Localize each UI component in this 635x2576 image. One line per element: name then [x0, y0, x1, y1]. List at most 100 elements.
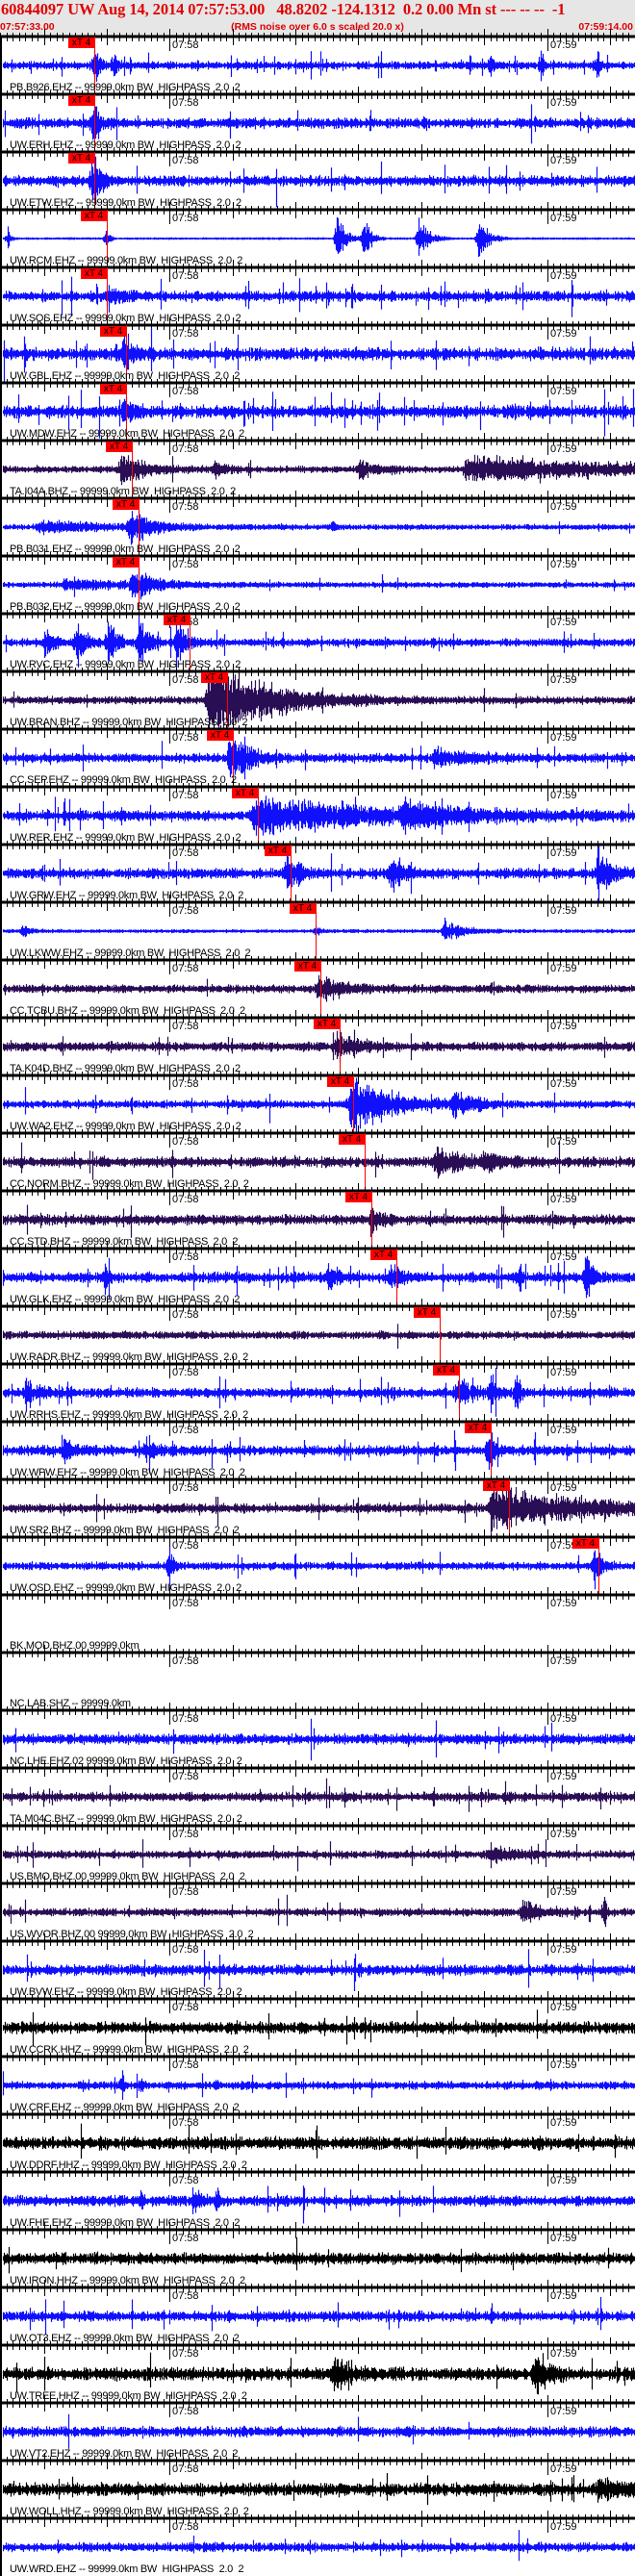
minute-label: 07:58: [172, 1482, 199, 1494]
pick-marker[interactable]: xT 4: [294, 961, 320, 972]
trace-band: 07:58 07:59 NC.LAB.SHZ -- 99999.0km: [0, 1645, 635, 1710]
pick-marker[interactable]: xT 4: [81, 211, 107, 221]
pick-marker[interactable]: xT 4: [164, 615, 190, 625]
pick-marker[interactable]: xT 4: [314, 1019, 340, 1029]
trace-band: 07:58 07:59 xT 4 UW.RRHS.EHZ -- 99999.0km B…: [0, 1356, 635, 1422]
minute-label: 07:59: [550, 2290, 577, 2302]
trace-band: 07:58 07:59 UW.BVW.EHZ -- 99999.0km BW HIG…: [0, 1933, 635, 1999]
pick-line[interactable]: [340, 1018, 341, 1075]
trace-band: 07:58 07:59 xT 4 CC.TCBU.BHZ -- 99999.0km B…: [0, 952, 635, 1018]
station-label: UW.TREE.HHZ -- 99999.0km BW HIGHPASS 2.0…: [10, 2390, 247, 2402]
waveform-trace: [2, 2352, 635, 2395]
trace-band: 07:58 07:59 xT 4 UW.MDW.EHZ -- 99999.0km BW…: [0, 375, 635, 441]
minute-label: 07:59: [550, 2175, 577, 2186]
waveform-trace: [2, 1949, 635, 1991]
minute-label: 07:59: [550, 790, 577, 801]
trace-band: 07:58 07:59 xT 4 CC.NORM.BHZ -- 99999.0km B…: [0, 1125, 635, 1191]
minute-label: 07:59: [550, 732, 577, 744]
trace-band: 07:58 07:59 UW.TREE.HHZ -- 99999.0km BW HI…: [0, 2337, 635, 2403]
minute-label: 07:59: [550, 2117, 577, 2129]
waveform-trace: [2, 2296, 635, 2335]
trace-band: 07:58 07:59 xT 4 TA.K04D.BHZ -- 99999.0km B…: [0, 1010, 635, 1075]
pick-line[interactable]: [598, 1537, 599, 1595]
waveform-trace: [2, 1778, 635, 1812]
minute-label: 07:59: [550, 1194, 577, 1205]
minute-label: 07:58: [172, 39, 199, 51]
waveform-trace: [2, 2413, 635, 2449]
pick-marker[interactable]: xT 4: [113, 557, 139, 568]
minute-label: 07:59: [550, 1251, 577, 1263]
minute-label: 07:59: [550, 39, 577, 51]
pick-marker[interactable]: xT 4: [572, 1538, 598, 1549]
pick-line[interactable]: [371, 1191, 372, 1249]
trace-band: 07:58 07:59 US.BMO.BHZ.00 99999.0km BW HIG…: [0, 1818, 635, 1883]
minute-label: 07:59: [550, 1021, 577, 1032]
pick-marker[interactable]: xT 4: [100, 326, 126, 337]
pick-marker[interactable]: xT 4: [339, 1134, 365, 1145]
pick-line[interactable]: [316, 902, 317, 960]
minute-label: 07:58: [172, 1251, 199, 1263]
trace-band: 07:58 07:59 xT 4 PB.B926.EHZ -- 99999.0km B…: [0, 29, 635, 94]
pick-marker[interactable]: xT 4: [370, 1250, 396, 1260]
waveform-trace: [2, 736, 635, 780]
pick-line[interactable]: [320, 960, 321, 1018]
minute-label: 07:58: [172, 1829, 199, 1840]
minute-label: 07:59: [550, 2406, 577, 2417]
minute-label: 07:58: [172, 905, 199, 917]
pick-marker[interactable]: xT 4: [465, 1423, 491, 1433]
pick-line[interactable]: [291, 845, 292, 902]
pick-marker[interactable]: xT 4: [68, 95, 94, 106]
minute-label: 07:58: [172, 2117, 199, 2129]
pick-line[interactable]: [491, 1422, 492, 1479]
trace-band: 07:58 07:59 NC.LHE.EHZ.02 99999.0km BW HIG…: [0, 1703, 635, 1768]
minute-label: 07:59: [550, 1713, 577, 1725]
trace-band: 07:58 07:59 UW.IRON.HHZ -- 99999.0km BW HI…: [0, 2222, 635, 2287]
trace-band: 07:58 07:59 xT 4 UW.GBL.EHZ -- 99999.0km BW…: [0, 317, 635, 383]
minute-label: 07:59: [550, 328, 577, 340]
pick-marker[interactable]: xT 4: [81, 268, 107, 279]
pick-line[interactable]: [258, 787, 259, 845]
pick-marker[interactable]: xT 4: [113, 499, 139, 510]
minute-label: 07:58: [172, 328, 199, 340]
minute-label: 07:59: [550, 2059, 577, 2071]
pick-marker[interactable]: xT 4: [201, 672, 227, 683]
waveform-trace: [2, 276, 635, 317]
minute-label: 07:59: [550, 674, 577, 686]
trace-band: 07:58 07:59 xT 4 UW.WPW.EHZ -- 99999.0km BW…: [0, 1414, 635, 1479]
trace-band: 07:58 07:59 UW.DDRF.HHZ -- 99999.0km BW HI…: [0, 2107, 635, 2172]
pick-marker[interactable]: xT 4: [290, 903, 316, 914]
pick-line[interactable]: [396, 1249, 397, 1306]
pick-line[interactable]: [509, 1479, 510, 1537]
pick-marker[interactable]: xT 4: [345, 1192, 371, 1202]
trace-band: 07:58 07:59 xT 4 UW.ERH.EHZ -- 99999.0km BW…: [0, 87, 635, 152]
minute-label: 07:59: [550, 963, 577, 974]
minute-label: 07:59: [550, 2348, 577, 2360]
pick-marker[interactable]: xT 4: [207, 730, 233, 741]
trace-band: 07:58 07:59 UW.WOLL.HHZ -- 99999.0km BW HI…: [0, 2453, 635, 2518]
pick-marker[interactable]: xT 4: [100, 384, 126, 394]
pick-line[interactable]: [459, 1364, 460, 1422]
pick-marker[interactable]: xT 4: [483, 1480, 509, 1491]
waveform-trace: [2, 2530, 635, 2562]
pick-marker[interactable]: xT 4: [106, 442, 132, 452]
station-label: UW.VT2.EHZ -- 99999.0km BW HIGHPASS 2.0 …: [10, 2448, 239, 2460]
minute-label: 07:58: [172, 847, 199, 859]
pick-marker[interactable]: xT 4: [433, 1365, 459, 1376]
pick-marker[interactable]: xT 4: [414, 1307, 440, 1318]
pick-marker[interactable]: xT 4: [68, 38, 94, 48]
station-label: CC.NORM.BHZ -- 99999.0km BW HIGHPASS 2.0…: [10, 1178, 249, 1190]
pick-line[interactable]: [353, 1075, 354, 1133]
pick-line[interactable]: [440, 1306, 441, 1364]
pick-marker[interactable]: xT 4: [265, 846, 291, 856]
minute-label: 07:58: [172, 1713, 199, 1725]
pick-line[interactable]: [365, 1133, 366, 1191]
minute-label: 07:59: [550, 2521, 577, 2533]
minute-label: 07:58: [172, 2290, 199, 2302]
minute-label: 07:58: [172, 155, 199, 166]
waveform-trace: [2, 974, 635, 1002]
pick-marker[interactable]: xT 4: [232, 788, 258, 798]
pick-marker[interactable]: xT 4: [327, 1076, 353, 1087]
station-label: UW.GBL.EHZ -- 99999.0km BW HIGHPASS 2.0 …: [10, 370, 241, 382]
minute-label: 07:58: [172, 97, 199, 109]
pick-marker[interactable]: xT 4: [68, 153, 94, 164]
